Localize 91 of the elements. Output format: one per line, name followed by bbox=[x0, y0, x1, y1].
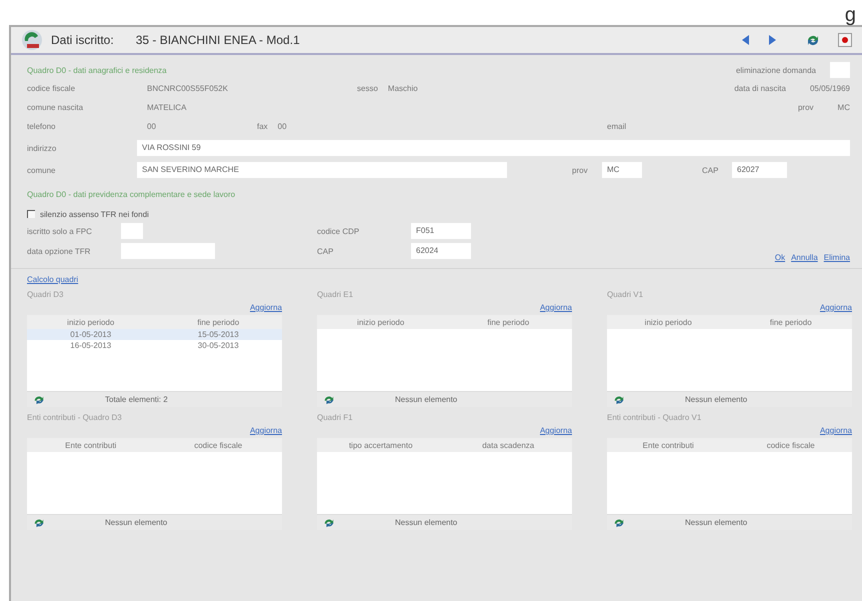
table-cell-text: 01-05-2013 bbox=[69, 330, 112, 339]
refresh-icon[interactable] bbox=[613, 394, 625, 405]
window-label: Dati iscritto: bbox=[51, 33, 114, 47]
field-label: comune nascita bbox=[27, 103, 84, 112]
footer-text: Totale elementi: 2 bbox=[105, 395, 168, 404]
input-field[interactable]: SAN SEVERINO MARCHE bbox=[137, 162, 507, 178]
panel-title: Quadri D3 bbox=[27, 290, 64, 299]
input-field[interactable] bbox=[121, 223, 143, 239]
refresh-icon[interactable] bbox=[33, 517, 45, 528]
table-row[interactable]: 16-05-2013 30-05-2013 bbox=[27, 340, 282, 351]
section-heading: Quadro D0 - dati anagrafici e residenza bbox=[27, 66, 167, 74]
column-header: inizio periodo bbox=[644, 318, 693, 326]
footer-text: Nessun elemento bbox=[395, 395, 458, 404]
field-label: prov bbox=[572, 166, 589, 174]
field-label: fax bbox=[257, 122, 268, 131]
column-header: fine periodo bbox=[768, 318, 813, 326]
field-label: email bbox=[607, 122, 626, 131]
field-label: eliminazione domanda bbox=[736, 66, 816, 74]
column-header: fine periodo bbox=[486, 318, 530, 326]
refresh-icon[interactable] bbox=[806, 33, 820, 47]
footer-text: Nessun elemento bbox=[105, 518, 168, 527]
column-header: Ente contributi bbox=[642, 440, 695, 450]
footer-text: Nessun elemento bbox=[395, 518, 458, 527]
column-header: inizio periodo bbox=[66, 318, 116, 326]
field-value: 05/05/1969 bbox=[810, 84, 850, 93]
deletion-checkbox[interactable] bbox=[830, 62, 850, 78]
column-header: fine periodo bbox=[196, 318, 240, 326]
panel-title: Quadri E1 bbox=[317, 290, 354, 299]
section-heading: Quadro D0 - dati previdenza complementare e sede lavoro bbox=[27, 190, 236, 199]
action-link[interactable]: Annulla bbox=[791, 253, 818, 262]
window-title: 35 - BIANCHINI ENEA - Mod.1 bbox=[136, 33, 300, 47]
field-label: telefono bbox=[27, 122, 56, 131]
column-header: codice fiscale bbox=[193, 440, 244, 450]
field-label: codice CDP bbox=[317, 226, 360, 236]
table-cell-text: 15-05-2013 bbox=[196, 330, 240, 339]
action-link[interactable]: Elimina bbox=[824, 253, 850, 262]
field-label: sesso bbox=[357, 84, 378, 93]
field-value: 00 bbox=[278, 122, 287, 131]
input-field[interactable] bbox=[121, 243, 215, 259]
field-label: indirizzo bbox=[27, 144, 58, 152]
table-cell-text: 30-05-2013 bbox=[196, 341, 240, 350]
field-label: comune bbox=[27, 166, 56, 174]
field-value: 00 bbox=[147, 122, 156, 131]
column-header: data scadenza bbox=[481, 440, 536, 450]
panel-title: Enti contributi - Quadro V1 bbox=[607, 413, 702, 422]
input-field[interactable]: VIA ROSSINI 59 bbox=[137, 140, 850, 156]
panel-title: Enti contributi - Quadro D3 bbox=[27, 413, 122, 422]
table-row[interactable]: 01-05-2013 15-05-2013 bbox=[27, 329, 282, 340]
field-value: Maschio bbox=[388, 84, 418, 93]
refresh-icon[interactable] bbox=[613, 517, 625, 528]
column-header: codice fiscale bbox=[766, 440, 816, 450]
refresh-icon[interactable] bbox=[323, 517, 335, 528]
footer-text: Nessun elemento bbox=[685, 395, 748, 404]
field-label: prov bbox=[798, 103, 814, 112]
field-value: MATELICA bbox=[147, 103, 186, 112]
refresh-icon[interactable] bbox=[33, 394, 45, 405]
field-label: codice fiscale bbox=[27, 84, 76, 93]
field-label: CAP bbox=[702, 166, 720, 174]
panel-title: Quadri F1 bbox=[317, 413, 353, 422]
column-header: tipo accertamento bbox=[348, 440, 414, 450]
previous-arrow-icon[interactable] bbox=[742, 35, 750, 45]
update-link[interactable]: Aggiorna bbox=[540, 303, 572, 312]
update-link[interactable]: Aggiorna bbox=[540, 426, 572, 435]
close-icon[interactable] bbox=[838, 33, 852, 47]
app-logo-icon bbox=[21, 29, 43, 51]
update-link[interactable]: Aggiorna bbox=[250, 426, 282, 435]
calculate-link[interactable]: Calcolo quadri bbox=[27, 275, 78, 284]
next-arrow-icon[interactable] bbox=[768, 35, 776, 45]
field-label: data opzione TFR bbox=[27, 246, 92, 256]
checkbox-label: silenzio assenso TFR nei fondi bbox=[40, 210, 149, 218]
input-field[interactable]: 62024 bbox=[411, 243, 471, 259]
table-cell-text: 16-05-2013 bbox=[69, 341, 112, 350]
footer-text: Nessun elemento bbox=[685, 518, 748, 527]
input-field[interactable]: 62027 bbox=[732, 162, 787, 178]
field-label: iscritto solo a FPC bbox=[27, 226, 93, 236]
column-header: Ente contributi bbox=[64, 440, 118, 450]
field-label: CAP bbox=[317, 246, 334, 256]
input-field[interactable]: MC bbox=[602, 162, 642, 178]
action-link[interactable]: Ok bbox=[774, 253, 786, 262]
panel-title: Quadri V1 bbox=[607, 290, 644, 299]
update-link[interactable]: Aggiorna bbox=[820, 426, 852, 435]
checkbox[interactable] bbox=[27, 210, 35, 218]
field-label: data di nascita bbox=[734, 84, 786, 93]
refresh-icon[interactable] bbox=[323, 394, 335, 405]
field-value: BNCNRC00S55F052K bbox=[147, 84, 228, 93]
update-link[interactable]: Aggiorna bbox=[820, 303, 852, 312]
column-header: inizio periodo bbox=[356, 318, 406, 326]
update-link[interactable]: Aggiorna bbox=[250, 303, 282, 312]
field-value: MC bbox=[838, 103, 850, 112]
corner-text: g bbox=[844, 5, 856, 25]
input-field[interactable]: F051 bbox=[411, 223, 471, 239]
